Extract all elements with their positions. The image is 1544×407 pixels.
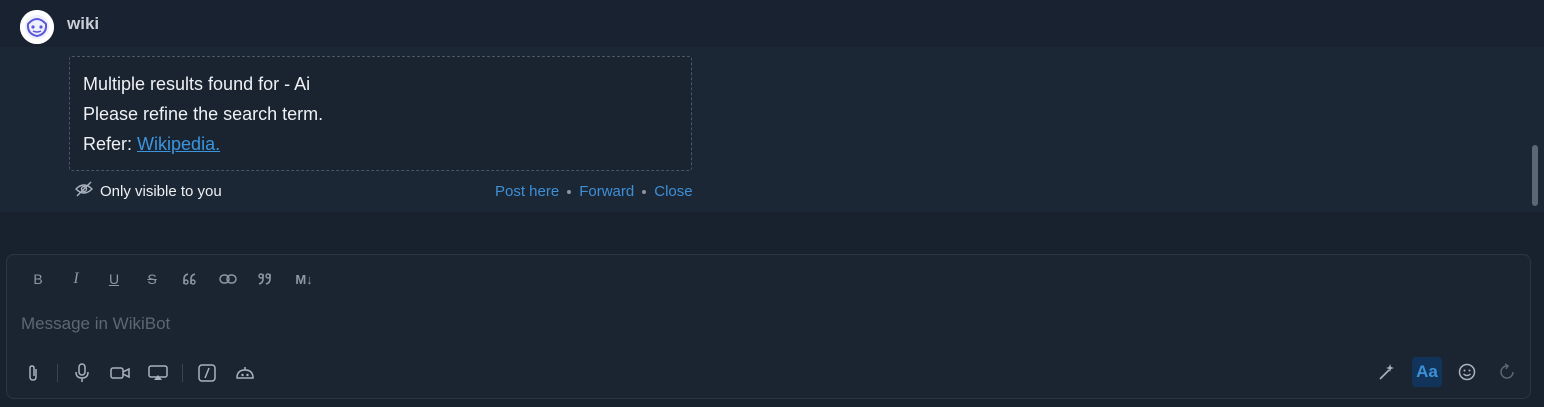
quote-icon (258, 273, 271, 285)
slash-command-icon (198, 364, 216, 382)
slash-command-button[interactable] (193, 359, 221, 387)
toolbar-divider (182, 364, 183, 382)
bot-icon (236, 367, 254, 379)
italic-button[interactable]: I (57, 267, 95, 291)
underline-icon: U (108, 271, 120, 287)
link-icon (219, 274, 237, 284)
separator-dot (642, 189, 647, 194)
divider-band (0, 212, 1544, 244)
header-bar (0, 0, 1544, 47)
toolbar-divider (57, 364, 58, 382)
video-icon (110, 367, 130, 379)
text-format-label: Aa (1416, 362, 1438, 381)
markdown-button[interactable]: M↓ (285, 267, 323, 291)
markdown-icon: M↓ (295, 271, 313, 287)
visibility-text: Only visible to you (100, 182, 222, 200)
message-line-3: Refer: Wikipedia. (83, 134, 220, 155)
format-toolbar: B I U S M↓ (19, 267, 323, 291)
composer-right-tools: Aa (1372, 357, 1522, 387)
blockquote-button[interactable] (171, 267, 209, 291)
underline-button[interactable]: U (95, 267, 133, 291)
message-composer: B I U S M↓ Message in WikiBot Aa (6, 254, 1531, 399)
microphone-icon (75, 363, 89, 382)
blockquote-icon (183, 273, 196, 285)
refer-prefix: Refer: (83, 134, 133, 154)
bot-button[interactable] (231, 359, 259, 387)
wikipedia-link[interactable]: Wikipedia. (137, 134, 220, 154)
bold-icon: B (33, 271, 43, 287)
attachment-button[interactable] (19, 359, 47, 387)
italic-icon: I (73, 270, 79, 287)
visibility-note: Only visible to you (74, 181, 222, 202)
text-format-toggle[interactable]: Aa (1412, 357, 1442, 387)
video-button[interactable] (106, 359, 134, 387)
message-actions: Post here Forward Close (495, 183, 693, 200)
screen-share-icon (148, 365, 168, 380)
send-button[interactable] (1492, 357, 1522, 387)
attachment-icon (29, 365, 37, 381)
message-line-1: Multiple results found for - Ai (83, 74, 311, 94)
emoji-button[interactable] (1452, 357, 1482, 387)
eye-off-icon (74, 181, 94, 202)
scrollbar-thumb[interactable] (1532, 145, 1538, 206)
strikethrough-button[interactable]: S (133, 267, 171, 291)
quote-button[interactable] (247, 267, 285, 291)
send-icon (1500, 363, 1514, 379)
separator-dot (567, 189, 572, 194)
link-button[interactable] (209, 267, 247, 291)
forward-button[interactable]: Forward (579, 183, 634, 200)
ai-magic-button[interactable] (1372, 357, 1402, 387)
strikethrough-icon: S (147, 271, 157, 287)
attach-toolbar (19, 359, 269, 387)
bold-button[interactable]: B (19, 267, 57, 291)
emoji-icon (1458, 363, 1476, 381)
ai-magic-icon (1379, 364, 1394, 380)
bot-message-card: Multiple results found for - Ai Please r… (69, 56, 692, 171)
bot-avatar-icon[interactable] (20, 10, 54, 44)
message-input[interactable] (19, 311, 1513, 337)
message-line-2: Please refine the search term. (83, 104, 324, 124)
microphone-button[interactable] (68, 359, 96, 387)
post-here-button[interactable]: Post here (495, 183, 559, 200)
bot-name[interactable]: wiki (67, 14, 99, 34)
screen-share-button[interactable] (144, 359, 172, 387)
close-button[interactable]: Close (654, 183, 692, 200)
